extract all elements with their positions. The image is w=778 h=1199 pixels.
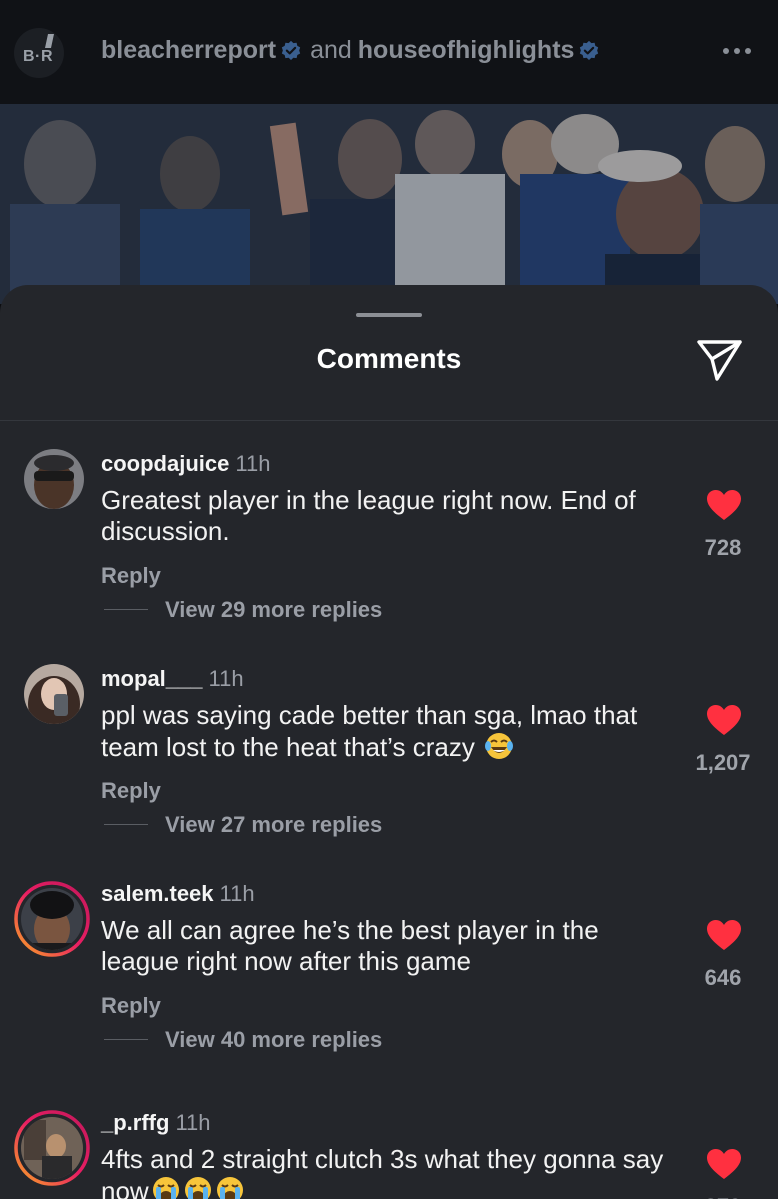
- svg-text:·: ·: [35, 48, 40, 65]
- like-count[interactable]: 728: [680, 535, 766, 561]
- comment-text: Greatest player in the league right now.…: [101, 485, 636, 546]
- bleacher-report-logo[interactable]: B · R: [14, 28, 64, 78]
- comment-text: 4fts and 2 straight clutch 3s what they …: [101, 1144, 666, 1199]
- view-replies-button[interactable]: View 27 more replies: [165, 812, 382, 838]
- like-count[interactable]: 1,207: [680, 750, 766, 776]
- avatar[interactable]: [24, 664, 84, 724]
- sheet-drag-handle[interactable]: [356, 313, 422, 317]
- heart-filled-icon[interactable]: [706, 489, 742, 521]
- comment-text: ppl was saying cade better than sga, lma…: [101, 700, 666, 763]
- authors-joiner: and: [310, 36, 352, 64]
- comment-username[interactable]: mopal___ 11h: [101, 666, 244, 692]
- more-horizontal-icon[interactable]: [718, 36, 758, 66]
- like-count[interactable]: 646: [680, 965, 766, 991]
- username-text[interactable]: coopdajuice: [101, 451, 229, 476]
- comment-text: We all can agree he’s the best player in…: [101, 915, 599, 976]
- replies-connector-line: [104, 824, 148, 825]
- comment-username[interactable]: salem.teek 11h: [101, 881, 255, 907]
- heart-filled-icon[interactable]: [706, 704, 742, 736]
- sheet-divider: [0, 420, 778, 421]
- comment-item: mopal___ 11h ppl was saying cade better t…: [0, 664, 778, 892]
- svg-text:R: R: [41, 48, 53, 65]
- replies-connector-line: [104, 609, 148, 610]
- comment-item: coopdajuice 11h Greatest player in the le…: [0, 449, 778, 677]
- username-text[interactable]: mopal___: [101, 666, 203, 691]
- reply-button[interactable]: Reply: [101, 563, 161, 589]
- avatar-with-story-ring[interactable]: [14, 881, 90, 957]
- loudly-crying-face-icon: [152, 1177, 179, 1199]
- comment-timestamp: 11h: [208, 666, 244, 691]
- sheet-title: Comments: [316, 343, 462, 374]
- username-text[interactable]: salem.teek: [101, 881, 214, 906]
- avatar[interactable]: [24, 449, 84, 509]
- username-text[interactable]: _p.rffg: [101, 1110, 169, 1135]
- view-replies-button[interactable]: View 40 more replies: [165, 1027, 382, 1053]
- like-count[interactable]: 279: [680, 1194, 766, 1199]
- send-icon[interactable]: [694, 337, 744, 383]
- reply-button[interactable]: Reply: [101, 778, 161, 804]
- comment-item: salem.teek 11h We all can agree he’s the …: [0, 881, 778, 1107]
- comment-timestamp: 11h: [219, 881, 255, 906]
- loudly-crying-face-icon: [216, 1177, 243, 1199]
- account-name-1[interactable]: bleacherreport: [101, 36, 276, 65]
- view-replies-button[interactable]: View 29 more replies: [165, 597, 382, 623]
- account-name-2[interactable]: houseofhighlights: [358, 36, 575, 65]
- comment-timestamp: 11h: [175, 1110, 211, 1135]
- face-with-tears-of-joy-icon: [485, 733, 514, 759]
- post-header: B · R bleacherreport and houseofhighligh…: [0, 0, 778, 104]
- comment-timestamp: 11h: [235, 451, 271, 476]
- comment-item: _p.rffg 11h 4fts and 2 straight clutch 3s…: [0, 1108, 778, 1199]
- loudly-crying-face-icon: [184, 1177, 211, 1199]
- heart-filled-icon[interactable]: [706, 1148, 742, 1180]
- comment-username[interactable]: coopdajuice 11h: [101, 451, 270, 477]
- verified-badge-icon: [281, 40, 301, 60]
- verified-badge-icon: [580, 40, 599, 60]
- post-authors: bleacherreport and houseofhighlights: [101, 36, 600, 65]
- avatar-with-story-ring[interactable]: [14, 1110, 90, 1186]
- heart-filled-icon[interactable]: [706, 919, 742, 951]
- comment-text-body: ppl was saying cade better than sga, lma…: [101, 700, 638, 762]
- post-media-crowd-photo[interactable]: [0, 104, 778, 304]
- replies-connector-line: [104, 1039, 148, 1040]
- comment-username[interactable]: _p.rffg 11h: [101, 1110, 211, 1136]
- svg-text:B: B: [23, 48, 35, 65]
- comments-sheet: Comments coopdajuice 11h Greatest player …: [0, 285, 778, 1199]
- reply-button[interactable]: Reply: [101, 993, 161, 1019]
